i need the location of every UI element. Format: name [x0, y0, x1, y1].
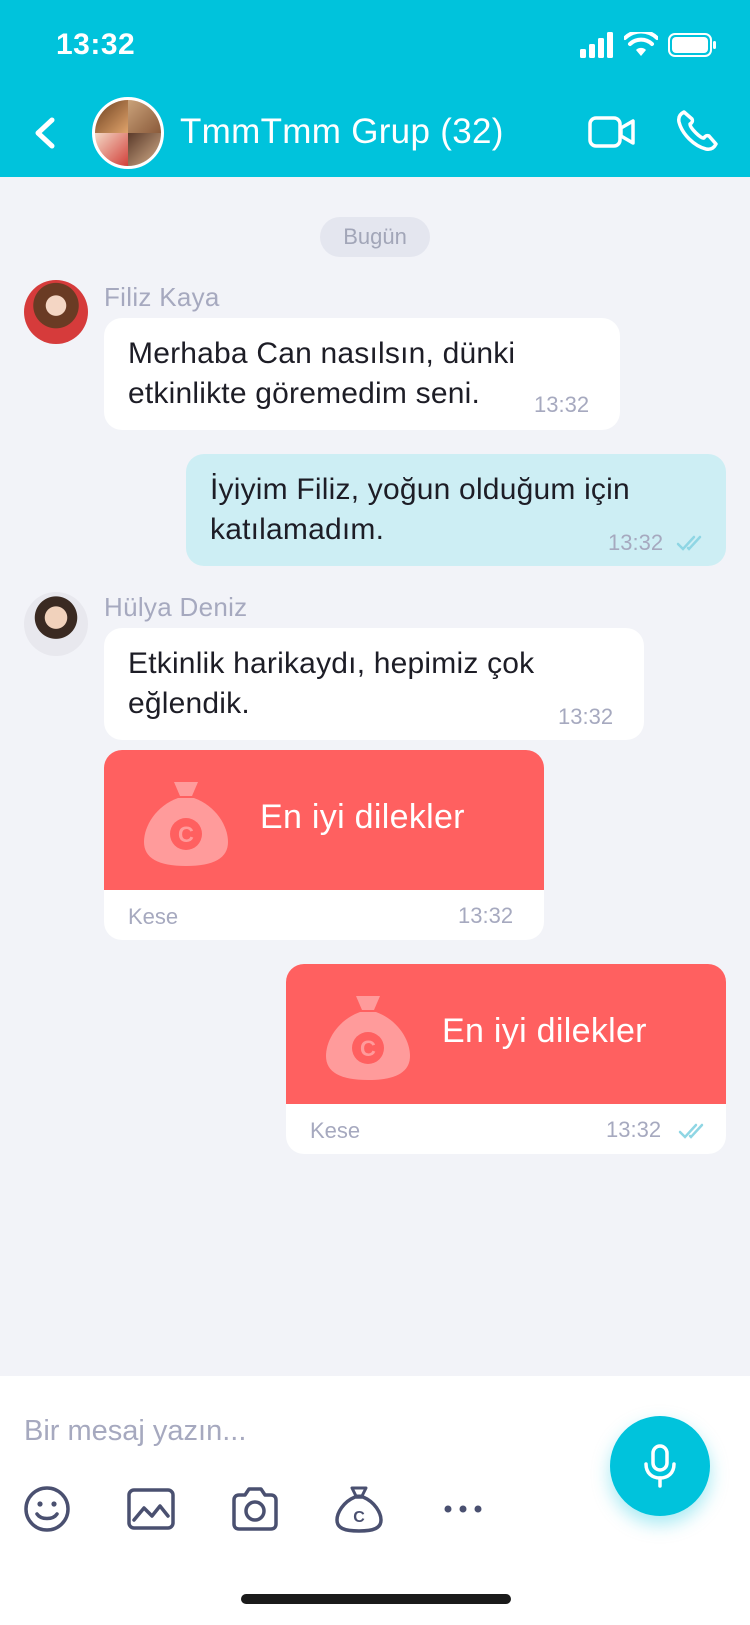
- chat-header: 13:32 TmmTmm Grup (32): [0, 0, 750, 177]
- svg-text:C: C: [353, 1509, 365, 1526]
- message-input[interactable]: [24, 1406, 544, 1456]
- message-bubble-incoming[interactable]: Merhaba Can nasılsın, dünki etkinlikte g…: [104, 318, 620, 430]
- svg-text:C: C: [360, 1036, 376, 1061]
- svg-text:C: C: [178, 822, 194, 847]
- message-text: Etkinlik harikaydı, hepimiz çok eğlendik…: [128, 647, 535, 720]
- microphone-icon: [644, 1444, 676, 1488]
- gift-type-label: Kese: [310, 1118, 361, 1143]
- status-icons: [580, 32, 720, 62]
- money-bag-icon[interactable]: C: [334, 1484, 384, 1534]
- avatar-member-1: [95, 100, 128, 133]
- chat-title[interactable]: TmmTmm Grup (32): [180, 112, 504, 152]
- avatar-member-4: [128, 133, 161, 166]
- message-time: 13:32: [608, 530, 664, 555]
- signal-icon: [580, 32, 613, 58]
- gift-card-incoming[interactable]: C En iyi dilekler Kese 13:32: [104, 750, 544, 940]
- avatar-member-3: [95, 133, 128, 166]
- message-text: Merhaba Can nasılsın, dünki etkinlikte g…: [128, 337, 516, 410]
- composer-bar: C: [0, 1376, 750, 1625]
- double-check-icon: [676, 535, 702, 551]
- status-time: 13:32: [56, 28, 136, 61]
- message-time: 13:32: [458, 903, 514, 928]
- gift-banner: C En iyi dilekler: [104, 750, 544, 890]
- money-bag-icon: C: [144, 782, 228, 866]
- battery-icon: [668, 33, 716, 57]
- message-time: 13:32: [558, 704, 614, 729]
- avatar-hulya-deniz[interactable]: [24, 592, 88, 656]
- back-arrow-icon[interactable]: [28, 108, 64, 158]
- camera-icon[interactable]: [230, 1484, 280, 1534]
- home-indicator[interactable]: [241, 1594, 511, 1604]
- gift-banner: C En iyi dilekler: [286, 964, 726, 1104]
- gift-message: En iyi dilekler: [260, 798, 465, 836]
- video-call-icon[interactable]: [588, 112, 636, 152]
- phone-icon[interactable]: [674, 108, 720, 154]
- message-time: 13:32: [606, 1117, 662, 1142]
- double-check-icon: [678, 1123, 704, 1139]
- message-bubble-outgoing[interactable]: İyiyim Filiz, yoğun olduğum için katılam…: [186, 454, 726, 566]
- gallery-icon[interactable]: [126, 1484, 176, 1534]
- avatar-member-2: [128, 100, 161, 133]
- emoji-icon[interactable]: [22, 1484, 72, 1534]
- gift-type-label: Kese: [128, 904, 179, 929]
- avatar-filiz-kaya[interactable]: [24, 280, 88, 344]
- gift-message: En iyi dilekler: [442, 1012, 647, 1050]
- money-bag-icon: C: [326, 996, 410, 1080]
- message-bubble-incoming[interactable]: Etkinlik harikaydı, hepimiz çok eğlendik…: [104, 628, 644, 740]
- wifi-icon: [624, 32, 658, 56]
- gift-card-outgoing[interactable]: C En iyi dilekler Kese 13:32: [286, 964, 726, 1154]
- group-avatar[interactable]: [92, 97, 164, 169]
- sender-name: Hülya Deniz: [104, 592, 248, 622]
- date-separator: Bugün: [320, 217, 430, 257]
- message-time: 13:32: [534, 392, 590, 417]
- message-text: İyiyim Filiz, yoğun olduğum için katılam…: [210, 473, 630, 546]
- microphone-button[interactable]: [610, 1416, 710, 1516]
- sender-name: Filiz Kaya: [104, 282, 220, 312]
- more-icon[interactable]: [438, 1484, 488, 1534]
